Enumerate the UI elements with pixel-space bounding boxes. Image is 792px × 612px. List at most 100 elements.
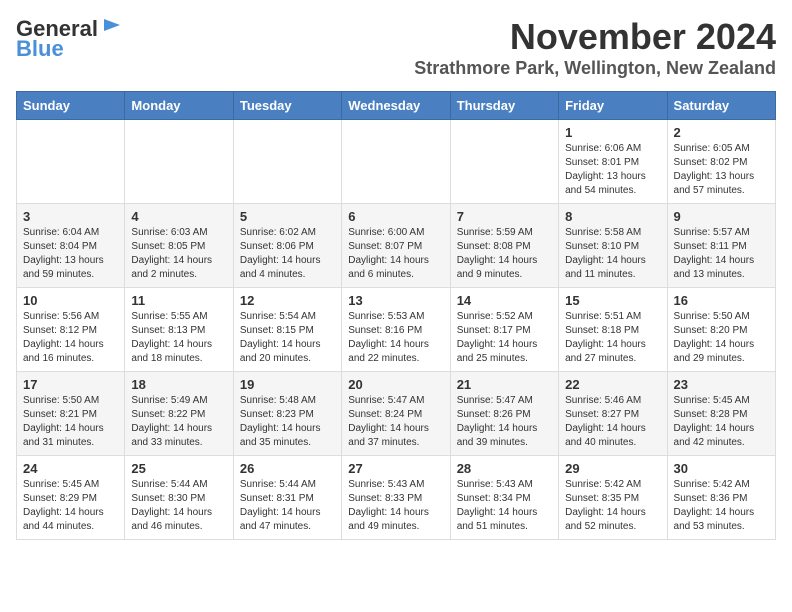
day-number: 25 xyxy=(131,461,226,476)
calendar-cell: 13 Sunrise: 5:53 AM Sunset: 8:16 PM Dayli… xyxy=(342,288,450,372)
calendar-week-row: 17 Sunrise: 5:50 AM Sunset: 8:21 PM Dayli… xyxy=(17,372,776,456)
calendar-cell: 1 Sunrise: 6:06 AM Sunset: 8:01 PM Daylig… xyxy=(559,120,667,204)
header: General Blue November 2024 Strathmore Pa… xyxy=(16,16,776,79)
day-info: Sunrise: 5:46 AM Sunset: 8:27 PM Dayligh… xyxy=(565,394,660,450)
calendar-cell: 22 Sunrise: 5:46 AM Sunset: 8:27 PM Dayli… xyxy=(559,372,667,456)
calendar-cell: 28Sunrise: 5:43 AM Sunset: 8:34 PM Dayli… xyxy=(450,456,558,540)
calendar-cell: 18 Sunrise: 5:49 AM Sunset: 8:22 PM Dayli… xyxy=(125,372,233,456)
calendar-cell: 24Sunrise: 5:45 AM Sunset: 8:29 PM Dayli… xyxy=(17,456,125,540)
calendar-cell xyxy=(342,120,450,204)
day-info: Sunrise: 6:03 AM Sunset: 8:05 PM Dayligh… xyxy=(131,226,226,282)
calendar-cell: 21Sunrise: 5:47 AM Sunset: 8:26 PM Dayli… xyxy=(450,372,558,456)
calendar-cell: 3Sunrise: 6:04 AM Sunset: 8:04 PM Daylig… xyxy=(17,204,125,288)
day-number: 22 xyxy=(565,377,660,392)
day-number: 18 xyxy=(131,377,226,392)
calendar-cell: 7 Sunrise: 5:59 AM Sunset: 8:08 PM Daylig… xyxy=(450,204,558,288)
day-info: Sunrise: 5:42 AM Sunset: 8:35 PM Dayligh… xyxy=(565,478,660,534)
day-number: 3 xyxy=(23,209,118,224)
day-number: 26 xyxy=(240,461,335,476)
day-number: 27 xyxy=(348,461,443,476)
day-number: 11 xyxy=(131,293,226,308)
calendar-cell: 5 Sunrise: 6:02 AM Sunset: 8:06 PM Daylig… xyxy=(233,204,341,288)
day-info: Sunrise: 5:56 AM Sunset: 8:12 PM Dayligh… xyxy=(23,310,118,366)
day-info: Sunrise: 6:00 AM Sunset: 8:07 PM Dayligh… xyxy=(348,226,443,282)
day-number: 2 xyxy=(674,125,769,140)
day-info: Sunrise: 5:50 AM Sunset: 8:20 PM Dayligh… xyxy=(674,310,769,366)
calendar-week-row: 3Sunrise: 6:04 AM Sunset: 8:04 PM Daylig… xyxy=(17,204,776,288)
title-section: November 2024 Strathmore Park, Wellingto… xyxy=(414,16,776,79)
day-info: Sunrise: 5:44 AM Sunset: 8:30 PM Dayligh… xyxy=(131,478,226,534)
day-number: 9 xyxy=(674,209,769,224)
calendar-cell: 4 Sunrise: 6:03 AM Sunset: 8:05 PM Daylig… xyxy=(125,204,233,288)
calendar-cell: 14 Sunrise: 5:52 AM Sunset: 8:17 PM Dayli… xyxy=(450,288,558,372)
calendar-cell: 19 Sunrise: 5:48 AM Sunset: 8:23 PM Dayli… xyxy=(233,372,341,456)
header-cell-sunday: Sunday xyxy=(17,92,125,120)
calendar-week-row: 1 Sunrise: 6:06 AM Sunset: 8:01 PM Daylig… xyxy=(17,120,776,204)
calendar-cell: 6 Sunrise: 6:00 AM Sunset: 8:07 PM Daylig… xyxy=(342,204,450,288)
day-number: 23 xyxy=(674,377,769,392)
day-number: 15 xyxy=(565,293,660,308)
calendar-cell: 17 Sunrise: 5:50 AM Sunset: 8:21 PM Dayli… xyxy=(17,372,125,456)
day-number: 29 xyxy=(565,461,660,476)
day-info: Sunrise: 5:42 AM Sunset: 8:36 PM Dayligh… xyxy=(674,478,769,534)
day-number: 1 xyxy=(565,125,660,140)
calendar-cell xyxy=(450,120,558,204)
day-info: Sunrise: 5:51 AM Sunset: 8:18 PM Dayligh… xyxy=(565,310,660,366)
day-info: Sunrise: 5:58 AM Sunset: 8:10 PM Dayligh… xyxy=(565,226,660,282)
day-info: Sunrise: 5:53 AM Sunset: 8:16 PM Dayligh… xyxy=(348,310,443,366)
day-info: Sunrise: 5:54 AM Sunset: 8:15 PM Dayligh… xyxy=(240,310,335,366)
calendar-header: SundayMondayTuesdayWednesdayThursdayFrid… xyxy=(17,92,776,120)
calendar-cell: 25 Sunrise: 5:44 AM Sunset: 8:30 PM Dayli… xyxy=(125,456,233,540)
calendar-cell: 9 Sunrise: 5:57 AM Sunset: 8:11 PM Daylig… xyxy=(667,204,775,288)
calendar-cell: 8Sunrise: 5:58 AM Sunset: 8:10 PM Daylig… xyxy=(559,204,667,288)
day-info: Sunrise: 5:49 AM Sunset: 8:22 PM Dayligh… xyxy=(131,394,226,450)
day-number: 7 xyxy=(457,209,552,224)
day-number: 17 xyxy=(23,377,118,392)
day-number: 4 xyxy=(131,209,226,224)
day-info: Sunrise: 5:43 AM Sunset: 8:34 PM Dayligh… xyxy=(457,478,552,534)
day-number: 13 xyxy=(348,293,443,308)
day-number: 30 xyxy=(674,461,769,476)
day-info: Sunrise: 5:47 AM Sunset: 8:24 PM Dayligh… xyxy=(348,394,443,450)
day-number: 19 xyxy=(240,377,335,392)
day-info: Sunrise: 5:57 AM Sunset: 8:11 PM Dayligh… xyxy=(674,226,769,282)
day-info: Sunrise: 5:55 AM Sunset: 8:13 PM Dayligh… xyxy=(131,310,226,366)
calendar-body: 1 Sunrise: 6:06 AM Sunset: 8:01 PM Daylig… xyxy=(17,120,776,540)
calendar-cell: 20 Sunrise: 5:47 AM Sunset: 8:24 PM Dayli… xyxy=(342,372,450,456)
day-info: Sunrise: 5:45 AM Sunset: 8:29 PM Dayligh… xyxy=(23,478,118,534)
day-info: Sunrise: 5:59 AM Sunset: 8:08 PM Dayligh… xyxy=(457,226,552,282)
calendar-cell: 12Sunrise: 5:54 AM Sunset: 8:15 PM Dayli… xyxy=(233,288,341,372)
day-info: Sunrise: 5:50 AM Sunset: 8:21 PM Dayligh… xyxy=(23,394,118,450)
calendar-cell: 10Sunrise: 5:56 AM Sunset: 8:12 PM Dayli… xyxy=(17,288,125,372)
day-info: Sunrise: 6:05 AM Sunset: 8:02 PM Dayligh… xyxy=(674,142,769,198)
header-cell-thursday: Thursday xyxy=(450,92,558,120)
header-cell-tuesday: Tuesday xyxy=(233,92,341,120)
calendar-week-row: 24Sunrise: 5:45 AM Sunset: 8:29 PM Dayli… xyxy=(17,456,776,540)
day-info: Sunrise: 5:52 AM Sunset: 8:17 PM Dayligh… xyxy=(457,310,552,366)
logo-flag-icon xyxy=(100,17,122,37)
day-info: Sunrise: 5:43 AM Sunset: 8:33 PM Dayligh… xyxy=(348,478,443,534)
calendar-cell xyxy=(17,120,125,204)
calendar-title: November 2024 xyxy=(414,16,776,58)
calendar-cell: 15 Sunrise: 5:51 AM Sunset: 8:18 PM Dayli… xyxy=(559,288,667,372)
header-row: SundayMondayTuesdayWednesdayThursdayFrid… xyxy=(17,92,776,120)
header-cell-monday: Monday xyxy=(125,92,233,120)
day-number: 20 xyxy=(348,377,443,392)
calendar-cell: 2 Sunrise: 6:05 AM Sunset: 8:02 PM Daylig… xyxy=(667,120,775,204)
day-info: Sunrise: 5:44 AM Sunset: 8:31 PM Dayligh… xyxy=(240,478,335,534)
calendar-cell: 16Sunrise: 5:50 AM Sunset: 8:20 PM Dayli… xyxy=(667,288,775,372)
day-info: Sunrise: 5:48 AM Sunset: 8:23 PM Dayligh… xyxy=(240,394,335,450)
day-number: 14 xyxy=(457,293,552,308)
header-cell-wednesday: Wednesday xyxy=(342,92,450,120)
calendar-cell: 23 Sunrise: 5:45 AM Sunset: 8:28 PM Dayli… xyxy=(667,372,775,456)
header-cell-friday: Friday xyxy=(559,92,667,120)
day-number: 5 xyxy=(240,209,335,224)
calendar-cell: 27 Sunrise: 5:43 AM Sunset: 8:33 PM Dayli… xyxy=(342,456,450,540)
day-number: 6 xyxy=(348,209,443,224)
day-number: 21 xyxy=(457,377,552,392)
day-info: Sunrise: 6:06 AM Sunset: 8:01 PM Dayligh… xyxy=(565,142,660,198)
day-info: Sunrise: 6:02 AM Sunset: 8:06 PM Dayligh… xyxy=(240,226,335,282)
calendar-table: SundayMondayTuesdayWednesdayThursdayFrid… xyxy=(16,91,776,540)
header-cell-saturday: Saturday xyxy=(667,92,775,120)
day-info: Sunrise: 5:45 AM Sunset: 8:28 PM Dayligh… xyxy=(674,394,769,450)
